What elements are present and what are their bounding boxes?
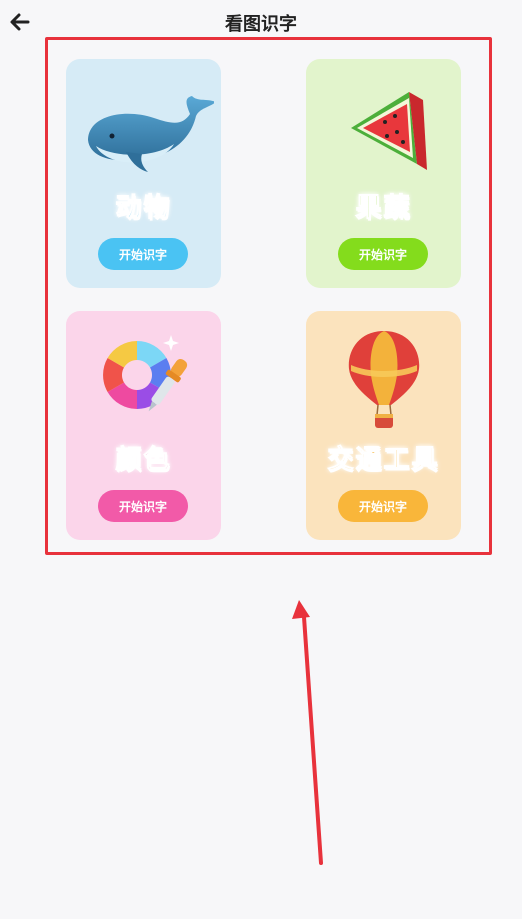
whale-icon (66, 73, 221, 183)
annotation-arrow-icon (292, 600, 323, 865)
card-label-fruit: 果蔬 (355, 193, 412, 224)
category-card-fruit[interactable]: 果蔬 开始识字 (306, 59, 461, 288)
color-wheel-icon (66, 325, 221, 435)
page-title: 看图识字 (225, 14, 297, 35)
category-card-animal[interactable]: 动物 开始识字 (66, 59, 221, 288)
category-card-traffic[interactable]: 交通工具 开始识字 (306, 311, 461, 540)
card-label-traffic: 交通工具 (327, 445, 440, 476)
watermelon-icon (306, 73, 461, 183)
start-button-color[interactable]: 开始识字 (98, 490, 188, 522)
start-button-traffic[interactable]: 开始识字 (338, 490, 428, 522)
start-button-fruit[interactable]: 开始识字 (338, 238, 428, 270)
start-button-animal[interactable]: 开始识字 (98, 238, 188, 270)
card-label-animal: 动物 (115, 193, 172, 224)
category-card-color[interactable]: 颜色 开始识字 (66, 311, 221, 540)
card-label-color: 颜色 (115, 445, 172, 476)
hot-air-balloon-icon (306, 325, 461, 435)
